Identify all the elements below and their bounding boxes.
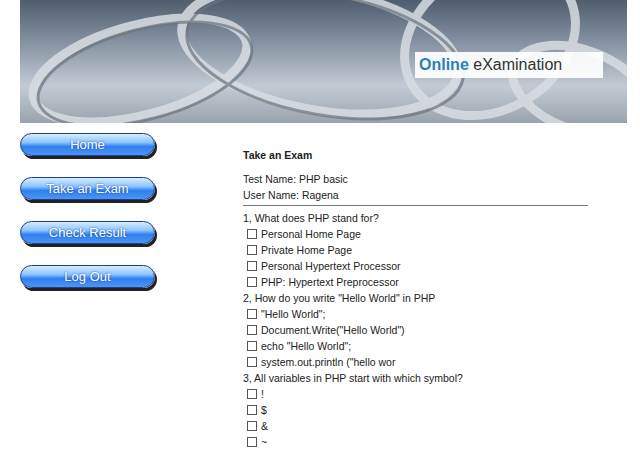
divider <box>243 205 588 206</box>
site-logo: Online eXamination <box>415 52 603 78</box>
option-label: ! <box>261 386 264 402</box>
answer-checkbox[interactable] <box>247 277 257 287</box>
header-banner: Online eXamination <box>20 0 627 123</box>
page-title: Take an Exam <box>243 147 588 163</box>
sidebar: Home Take an Exam Check Result Log Out <box>0 123 243 450</box>
answer-checkbox[interactable] <box>247 309 257 319</box>
answer-option[interactable]: "Hello World"; <box>243 306 588 322</box>
logo-text: Online <box>419 56 469 73</box>
answer-option[interactable]: Private Home Page <box>243 242 588 258</box>
answer-checkbox[interactable] <box>247 229 257 239</box>
answer-option[interactable]: Personal Hypertext Processor <box>243 258 588 274</box>
option-label: system.out.println ("hello wor <box>261 354 395 370</box>
answer-option[interactable]: & <box>243 418 588 434</box>
answer-checkbox[interactable] <box>247 341 257 351</box>
question-text: 3, All variables in PHP start with which… <box>243 370 588 386</box>
answer-option[interactable]: $ <box>243 402 588 418</box>
option-label: "Hello World"; <box>261 306 325 322</box>
answer-checkbox[interactable] <box>247 437 257 447</box>
answer-option[interactable]: ! <box>243 386 588 402</box>
option-label: echo "Hello World"; <box>261 338 351 354</box>
answer-option[interactable]: echo "Hello World"; <box>243 338 588 354</box>
option-label: Personal Hypertext Processor <box>261 258 400 274</box>
option-label: & <box>261 418 268 434</box>
answer-option[interactable]: Personal Home Page <box>243 226 588 242</box>
option-label: Document.Write("Hello World") <box>261 322 405 338</box>
question-text: 1, What does PHP stand for? <box>243 210 588 226</box>
answer-checkbox[interactable] <box>247 389 257 399</box>
answer-checkbox[interactable] <box>247 357 257 367</box>
answer-checkbox[interactable] <box>247 405 257 415</box>
test-name: Test Name: PHP basic <box>243 171 588 187</box>
answer-option[interactable]: ~ <box>243 434 588 450</box>
exam-panel: Take an Exam Test Name: PHP basicUser Nam… <box>243 123 588 450</box>
answer-option[interactable]: Document.Write("Hello World") <box>243 322 588 338</box>
logo-text: eXamination <box>473 56 562 73</box>
option-label: ~ <box>261 434 267 450</box>
nav-button[interactable]: Log Out <box>20 265 155 288</box>
option-label: PHP: Hypertext Preprocessor <box>261 274 399 290</box>
answer-checkbox[interactable] <box>247 325 257 335</box>
option-label: Personal Home Page <box>261 226 361 242</box>
nav-button[interactable]: Check Result <box>20 221 155 244</box>
nav-button[interactable]: Home <box>20 133 155 156</box>
option-label: $ <box>261 402 267 418</box>
nav-button[interactable]: Take an Exam <box>20 177 155 200</box>
question-text: 2, How do you write "Hello World" in PHP <box>243 290 588 306</box>
answer-option[interactable]: system.out.println ("hello wor <box>243 354 588 370</box>
answer-checkbox[interactable] <box>247 261 257 271</box>
answer-option[interactable]: PHP: Hypertext Preprocessor <box>243 274 588 290</box>
user-name: User Name: Ragena <box>243 187 588 203</box>
answer-checkbox[interactable] <box>247 421 257 431</box>
answer-checkbox[interactable] <box>247 245 257 255</box>
option-label: Private Home Page <box>261 242 352 258</box>
